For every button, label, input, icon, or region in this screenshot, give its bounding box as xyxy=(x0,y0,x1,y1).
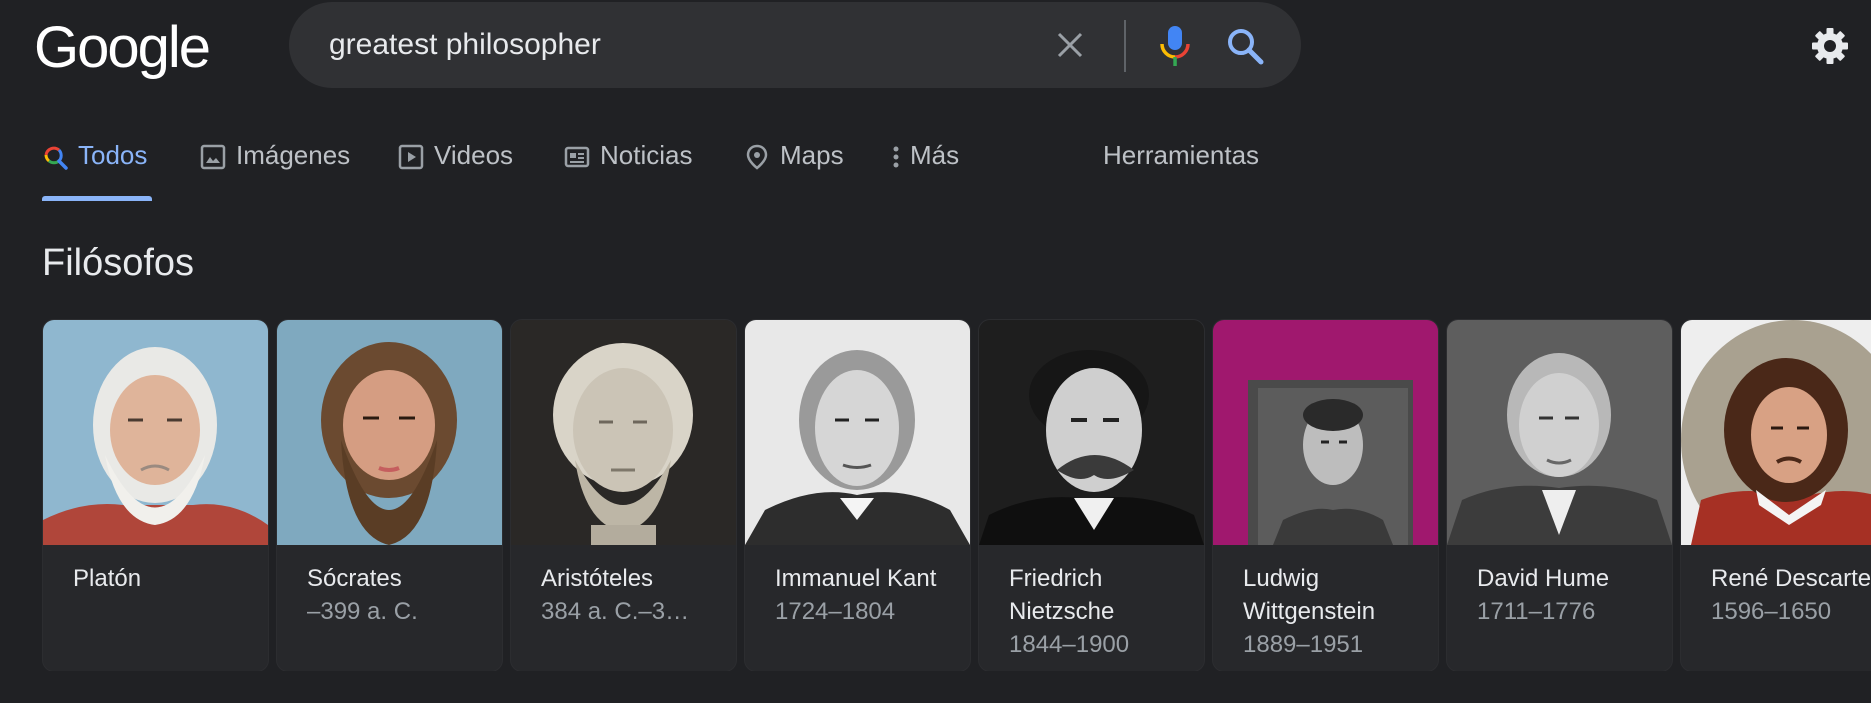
tab-label: Todos xyxy=(78,140,148,170)
philosopher-card[interactable]: Platón xyxy=(42,319,269,671)
tools-label: Herramientas xyxy=(1103,140,1260,170)
search-color-icon xyxy=(44,146,68,170)
years-text: 1889–1951 xyxy=(1243,631,1364,658)
search-tabs: Todos Imágenes Videos Noticias Maps Más … xyxy=(0,140,1871,204)
tools-button[interactable]: Herramientas xyxy=(1103,140,1259,200)
tab-mas[interactable]: Más xyxy=(892,140,959,200)
philosopher-photo xyxy=(979,320,1204,545)
philosopher-card[interactable]: Immanuel Kant 1724–1804 xyxy=(744,319,971,671)
image-icon xyxy=(200,144,226,170)
years-text: –399 a. C. xyxy=(307,598,418,625)
years-text: 1596–1650 xyxy=(1711,598,1832,625)
philosopher-name: David Hume 1711–1776 xyxy=(1477,562,1657,628)
years-text: 384 a. C.–3… xyxy=(541,598,690,625)
settings-gear-icon[interactable] xyxy=(1810,26,1850,66)
philosopher-card[interactable]: Aristóteles 384 a. C.–3… xyxy=(510,319,737,671)
tab-todos[interactable]: Todos xyxy=(42,140,147,200)
years-text: 1844–1900 xyxy=(1009,631,1130,658)
philosopher-photo xyxy=(1213,320,1438,545)
search-input[interactable]: greatest philosopher xyxy=(329,28,601,62)
tab-videos[interactable]: Videos xyxy=(398,140,513,200)
years-text: 1724–1804 xyxy=(775,598,896,625)
philosopher-photo xyxy=(277,320,502,545)
tab-maps[interactable]: Maps xyxy=(744,140,844,200)
philosopher-card[interactable]: Ludwig Wittgenstein 1889–1951 xyxy=(1212,319,1439,671)
search-bar[interactable]: greatest philosopher xyxy=(289,2,1301,88)
philosopher-photo xyxy=(1447,320,1672,545)
philosopher-name: Aristóteles 384 a. C.–3… xyxy=(541,562,721,628)
microphone-icon[interactable] xyxy=(1157,24,1193,68)
philosopher-name: Sócrates –399 a. C. xyxy=(307,562,487,628)
name-text: Sócrates xyxy=(307,565,402,592)
philosopher-photo xyxy=(43,320,268,545)
philosopher-card[interactable]: Sócrates –399 a. C. xyxy=(276,319,503,671)
philosopher-card[interactable]: René Descartes 1596–1650 xyxy=(1680,319,1871,671)
news-icon xyxy=(564,146,590,168)
name-text: Ludwig Wittgenstein xyxy=(1243,565,1376,625)
philosopher-name: Ludwig Wittgenstein 1889–1951 xyxy=(1243,562,1423,661)
philosopher-carousel: Platón Sócrates –399 a. C. Aristóteles 3… xyxy=(42,319,1871,671)
clear-icon[interactable] xyxy=(1054,29,1086,61)
google-logo[interactable]: Google xyxy=(34,14,211,81)
section-title: Filósofos xyxy=(42,242,195,284)
map-pin-icon xyxy=(746,144,768,170)
philosopher-photo xyxy=(1681,320,1871,545)
philosopher-name: Platón xyxy=(73,562,253,595)
tab-imagenes[interactable]: Imágenes xyxy=(200,140,350,200)
more-vert-icon xyxy=(893,146,899,168)
philosopher-photo xyxy=(745,320,970,545)
philosopher-name: Immanuel Kant 1724–1804 xyxy=(775,562,955,628)
philosopher-card[interactable]: Friedrich Nietzsche 1844–1900 xyxy=(978,319,1205,671)
tab-label: Noticias xyxy=(600,140,693,170)
name-text: Friedrich Nietzsche xyxy=(1009,565,1115,625)
philosopher-card[interactable]: David Hume 1711–1776 xyxy=(1446,319,1673,671)
tab-label: Videos xyxy=(434,140,514,170)
name-text: René Descartes xyxy=(1711,565,1871,592)
tab-noticias[interactable]: Noticias xyxy=(564,140,692,200)
search-icon[interactable] xyxy=(1225,26,1265,66)
tab-label: Imágenes xyxy=(236,140,351,170)
active-tab-indicator xyxy=(42,196,152,201)
play-icon xyxy=(398,144,424,170)
philosopher-photo xyxy=(511,320,736,545)
name-text: David Hume xyxy=(1477,565,1610,592)
search-divider xyxy=(1124,20,1126,72)
tab-label: Maps xyxy=(780,140,844,170)
philosopher-name: René Descartes 1596–1650 xyxy=(1711,562,1871,628)
name-text: Aristóteles xyxy=(541,565,654,592)
philosopher-name: Friedrich Nietzsche 1844–1900 xyxy=(1009,562,1189,661)
name-text: Platón xyxy=(73,565,142,592)
tab-label: Más xyxy=(910,140,960,170)
years-text: 1711–1776 xyxy=(1477,598,1596,625)
name-text: Immanuel Kant xyxy=(775,565,937,592)
